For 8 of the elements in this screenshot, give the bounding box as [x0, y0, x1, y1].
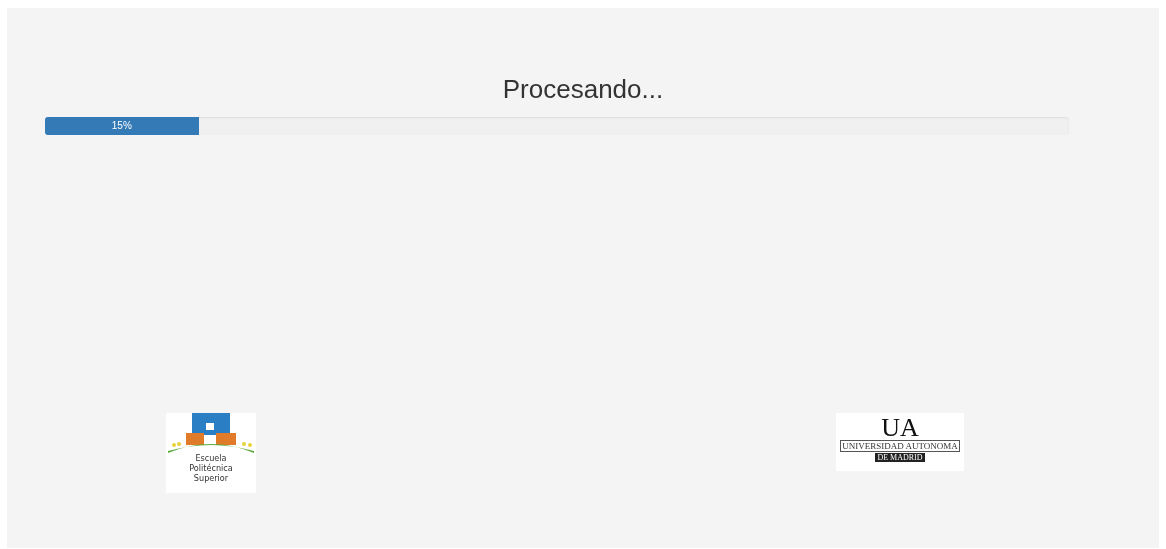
- logo-text: Politécnica: [189, 463, 233, 473]
- progress-fill: 15%: [45, 117, 199, 135]
- logo-text: Escuela: [195, 453, 227, 463]
- logo-text: UA: [881, 415, 919, 440]
- logo-text: Superior: [193, 473, 229, 483]
- logo-text: DE MADRID: [875, 453, 925, 462]
- status-title: Procesando...: [501, 74, 665, 104]
- logo-text: UNIVERSIDAD AUTONOMA: [840, 440, 960, 452]
